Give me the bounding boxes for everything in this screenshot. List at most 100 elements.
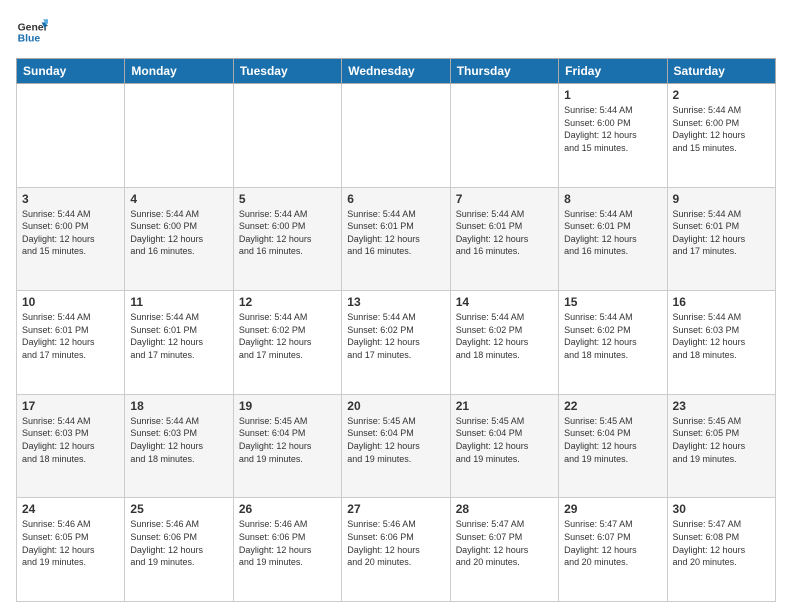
day-number: 16 [673, 295, 770, 309]
day-number: 27 [347, 502, 444, 516]
calendar-week-row: 1 Sunrise: 5:44 AM Sunset: 6:00 PM Daylig… [17, 84, 776, 188]
day-number: 21 [456, 399, 553, 413]
weekday-header-cell: Friday [559, 59, 667, 84]
day-info: Sunrise: 5:45 AM Sunset: 6:04 PM Dayligh… [456, 415, 553, 465]
weekday-header-row: SundayMondayTuesdayWednesdayThursdayFrid… [17, 59, 776, 84]
day-number: 2 [673, 88, 770, 102]
calendar-day-cell: 30 Sunrise: 5:47 AM Sunset: 6:08 PM Dayli… [667, 498, 775, 602]
day-number: 13 [347, 295, 444, 309]
calendar-day-cell: 19 Sunrise: 5:45 AM Sunset: 6:04 PM Dayli… [233, 394, 341, 498]
day-number: 29 [564, 502, 661, 516]
calendar-day-cell [17, 84, 125, 188]
day-info: Sunrise: 5:44 AM Sunset: 6:02 PM Dayligh… [564, 311, 661, 361]
calendar-day-cell: 12 Sunrise: 5:44 AM Sunset: 6:02 PM Dayli… [233, 291, 341, 395]
calendar-day-cell: 20 Sunrise: 5:45 AM Sunset: 6:04 PM Dayli… [342, 394, 450, 498]
day-info: Sunrise: 5:44 AM Sunset: 6:01 PM Dayligh… [456, 208, 553, 258]
day-info: Sunrise: 5:44 AM Sunset: 6:01 PM Dayligh… [22, 311, 119, 361]
day-info: Sunrise: 5:45 AM Sunset: 6:04 PM Dayligh… [564, 415, 661, 465]
calendar-day-cell: 11 Sunrise: 5:44 AM Sunset: 6:01 PM Dayli… [125, 291, 233, 395]
calendar-day-cell: 28Sunrise: 5:47 AM Sunset: 6:07 PM Dayli… [450, 498, 558, 602]
day-info: Sunrise: 5:47 AM Sunset: 6:07 PM Dayligh… [564, 518, 661, 568]
day-info: Sunrise: 5:47 AM Sunset: 6:08 PM Dayligh… [673, 518, 770, 568]
day-info: Sunrise: 5:44 AM Sunset: 6:02 PM Dayligh… [347, 311, 444, 361]
day-number: 17 [22, 399, 119, 413]
day-number: 25 [130, 502, 227, 516]
day-info: Sunrise: 5:45 AM Sunset: 6:04 PM Dayligh… [239, 415, 336, 465]
day-number: 9 [673, 192, 770, 206]
day-info: Sunrise: 5:45 AM Sunset: 6:05 PM Dayligh… [673, 415, 770, 465]
calendar-week-row: 17 Sunrise: 5:44 AM Sunset: 6:03 PM Dayli… [17, 394, 776, 498]
day-info: Sunrise: 5:44 AM Sunset: 6:00 PM Dayligh… [564, 104, 661, 154]
weekday-header-cell: Monday [125, 59, 233, 84]
logo: General Blue [16, 16, 48, 48]
day-info: Sunrise: 5:46 AM Sunset: 6:06 PM Dayligh… [130, 518, 227, 568]
day-number: 5 [239, 192, 336, 206]
calendar-day-cell [450, 84, 558, 188]
calendar-day-cell: 25 Sunrise: 5:46 AM Sunset: 6:06 PM Dayli… [125, 498, 233, 602]
day-number: 11 [130, 295, 227, 309]
day-info: Sunrise: 5:44 AM Sunset: 6:01 PM Dayligh… [130, 311, 227, 361]
day-info: Sunrise: 5:44 AM Sunset: 6:01 PM Dayligh… [347, 208, 444, 258]
calendar-week-row: 24 Sunrise: 5:46 AM Sunset: 6:05 PM Dayli… [17, 498, 776, 602]
calendar-day-cell [125, 84, 233, 188]
header: General Blue [16, 16, 776, 48]
weekday-header-cell: Tuesday [233, 59, 341, 84]
calendar-day-cell: 8Sunrise: 5:44 AM Sunset: 6:01 PM Daylig… [559, 187, 667, 291]
day-number: 4 [130, 192, 227, 206]
day-number: 24 [22, 502, 119, 516]
calendar-day-cell: 18Sunrise: 5:44 AM Sunset: 6:03 PM Dayli… [125, 394, 233, 498]
calendar-day-cell: 27 Sunrise: 5:46 AM Sunset: 6:06 PM Dayli… [342, 498, 450, 602]
calendar-day-cell: 1 Sunrise: 5:44 AM Sunset: 6:00 PM Daylig… [559, 84, 667, 188]
day-info: Sunrise: 5:44 AM Sunset: 6:02 PM Dayligh… [239, 311, 336, 361]
calendar-day-cell: 23 Sunrise: 5:45 AM Sunset: 6:05 PM Dayli… [667, 394, 775, 498]
logo-icon: General Blue [16, 16, 48, 48]
day-info: Sunrise: 5:44 AM Sunset: 6:00 PM Dayligh… [239, 208, 336, 258]
calendar-day-cell [233, 84, 341, 188]
weekday-header-cell: Thursday [450, 59, 558, 84]
calendar-day-cell: 21 Sunrise: 5:45 AM Sunset: 6:04 PM Dayli… [450, 394, 558, 498]
day-number: 14 [456, 295, 553, 309]
calendar-day-cell: 22 Sunrise: 5:45 AM Sunset: 6:04 PM Dayli… [559, 394, 667, 498]
calendar-day-cell: 15 Sunrise: 5:44 AM Sunset: 6:02 PM Dayli… [559, 291, 667, 395]
calendar-day-cell [342, 84, 450, 188]
day-number: 30 [673, 502, 770, 516]
day-number: 20 [347, 399, 444, 413]
calendar-day-cell: 29 Sunrise: 5:47 AM Sunset: 6:07 PM Dayli… [559, 498, 667, 602]
calendar-day-cell: 16 Sunrise: 5:44 AM Sunset: 6:03 PM Dayli… [667, 291, 775, 395]
day-number: 22 [564, 399, 661, 413]
day-info: Sunrise: 5:44 AM Sunset: 6:03 PM Dayligh… [22, 415, 119, 465]
day-info: Sunrise: 5:46 AM Sunset: 6:06 PM Dayligh… [347, 518, 444, 568]
calendar-day-cell: 13 Sunrise: 5:44 AM Sunset: 6:02 PM Dayli… [342, 291, 450, 395]
calendar-day-cell: 3 Sunrise: 5:44 AM Sunset: 6:00 PM Daylig… [17, 187, 125, 291]
svg-text:Blue: Blue [18, 34, 41, 45]
weekday-header-cell: Saturday [667, 59, 775, 84]
day-info: Sunrise: 5:44 AM Sunset: 6:02 PM Dayligh… [456, 311, 553, 361]
day-info: Sunrise: 5:44 AM Sunset: 6:03 PM Dayligh… [130, 415, 227, 465]
day-info: Sunrise: 5:45 AM Sunset: 6:04 PM Dayligh… [347, 415, 444, 465]
calendar-day-cell: 24 Sunrise: 5:46 AM Sunset: 6:05 PM Dayli… [17, 498, 125, 602]
day-info: Sunrise: 5:44 AM Sunset: 6:00 PM Dayligh… [673, 104, 770, 154]
calendar-body: 1 Sunrise: 5:44 AM Sunset: 6:00 PM Daylig… [17, 84, 776, 602]
day-number: 7 [456, 192, 553, 206]
day-number: 26 [239, 502, 336, 516]
day-info: Sunrise: 5:46 AM Sunset: 6:05 PM Dayligh… [22, 518, 119, 568]
day-info: Sunrise: 5:44 AM Sunset: 6:03 PM Dayligh… [673, 311, 770, 361]
day-number: 8 [564, 192, 661, 206]
weekday-header-cell: Wednesday [342, 59, 450, 84]
day-number: 1 [564, 88, 661, 102]
calendar-day-cell: 2 Sunrise: 5:44 AM Sunset: 6:00 PM Daylig… [667, 84, 775, 188]
calendar-day-cell: 5 Sunrise: 5:44 AM Sunset: 6:00 PM Daylig… [233, 187, 341, 291]
day-number: 23 [673, 399, 770, 413]
day-number: 3 [22, 192, 119, 206]
day-number: 15 [564, 295, 661, 309]
page: General Blue SundayMondayTuesdayWednesda… [0, 0, 792, 612]
day-number: 12 [239, 295, 336, 309]
calendar-day-cell: 4Sunrise: 5:44 AM Sunset: 6:00 PM Daylig… [125, 187, 233, 291]
day-number: 6 [347, 192, 444, 206]
calendar-day-cell: 10Sunrise: 5:44 AM Sunset: 6:01 PM Dayli… [17, 291, 125, 395]
calendar-table: SundayMondayTuesdayWednesdayThursdayFrid… [16, 58, 776, 602]
day-number: 19 [239, 399, 336, 413]
day-info: Sunrise: 5:44 AM Sunset: 6:00 PM Dayligh… [22, 208, 119, 258]
day-info: Sunrise: 5:46 AM Sunset: 6:06 PM Dayligh… [239, 518, 336, 568]
calendar-day-cell: 26 Sunrise: 5:46 AM Sunset: 6:06 PM Dayli… [233, 498, 341, 602]
